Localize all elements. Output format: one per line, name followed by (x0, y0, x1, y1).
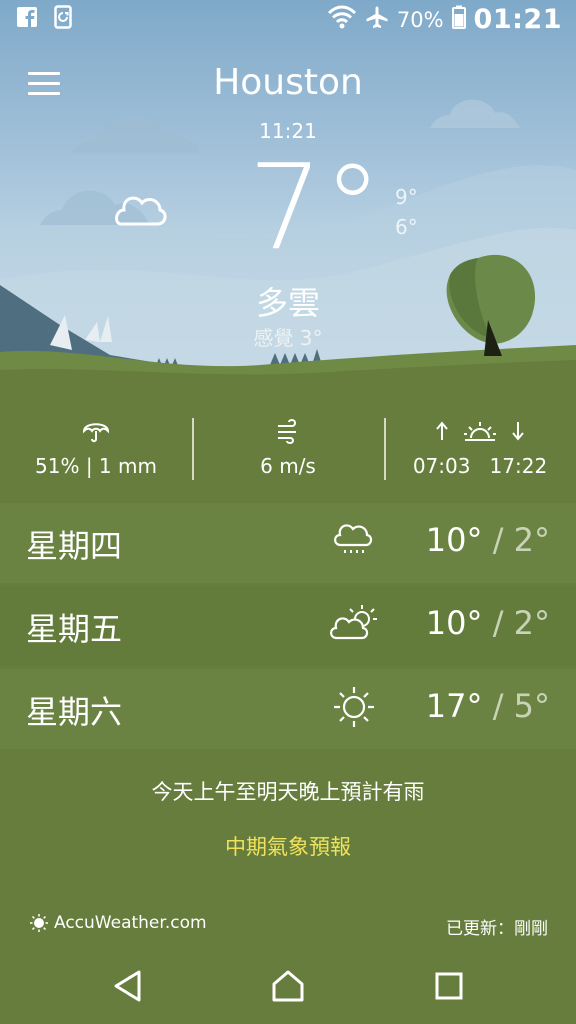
back-icon[interactable] (112, 968, 144, 1008)
forecast-day: 星期五 (26, 610, 123, 648)
forecast-day: 星期四 (26, 527, 123, 565)
high-low: 9° 6° (395, 182, 418, 242)
airplane-icon (365, 5, 389, 35)
city-name: Houston (213, 62, 363, 103)
notification-icon (52, 5, 74, 29)
forecast-low: / 2° (492, 521, 550, 559)
low-temp: 6° (395, 215, 418, 239)
forecast-temps: 10° / 2° (426, 521, 550, 559)
forecast-high: 17° (425, 687, 483, 725)
stats-divider (192, 418, 194, 480)
forecast-temps: 17° / 5° (426, 687, 550, 725)
sun-stat: 07:03 17:22 (384, 410, 576, 478)
battery-icon (451, 5, 466, 35)
accuweather-logo[interactable]: AccuWeather.com (30, 913, 207, 933)
accuweather-sun-icon (30, 914, 48, 932)
sunrise-sunset-icon (384, 410, 576, 444)
forecast-row[interactable]: 星期六 17° / 5° (0, 669, 576, 749)
forecast-summary: 今天上午至明天晚上預計有雨 (151, 780, 425, 804)
wind-stat: 6 m/s (192, 410, 384, 478)
cloudy-icon (110, 190, 170, 234)
mid-range-forecast-link[interactable]: 中期氣象預報 (0, 831, 576, 861)
forecast-temps: 10° / 2° (426, 604, 550, 642)
forecast-row[interactable]: 星期四 10° / 2° (0, 503, 576, 583)
forecast-day: 星期六 (26, 693, 123, 731)
brand-text: AccuWeather.com (54, 913, 207, 933)
stats-divider (384, 418, 386, 480)
forecast-low: / 2° (492, 604, 550, 642)
feels-like-text: 感覺 3° (253, 326, 323, 350)
forecast-high: 10° (425, 604, 483, 642)
wifi-icon (327, 5, 357, 35)
sun-times: 07:03 17:22 (384, 454, 576, 478)
status-bar: 70% 01:21 (0, 0, 576, 40)
forecast-row[interactable]: 星期五 10° / 2° (0, 586, 576, 666)
forecast-high: 10° (425, 521, 483, 559)
recent-apps-icon[interactable] (434, 968, 464, 1008)
battery-percent: 70% (396, 7, 444, 32)
wind-icon (192, 410, 384, 444)
wind-value: 6 m/s (260, 454, 316, 478)
precipitation-value: 51% | 1 mm (35, 454, 157, 478)
sun-icon (330, 685, 378, 733)
forecast-low: / 5° (492, 687, 550, 725)
condition-text: 多雲 (255, 284, 320, 322)
navigation-bar (0, 948, 576, 1024)
facebook-icon (16, 6, 38, 28)
stats-row: 51% | 1 mm 6 m/s 07:03 17:22 (0, 410, 576, 490)
current-temperature: 7° (248, 138, 383, 276)
sunrise-time: 07:03 (412, 454, 471, 478)
precipitation-stat: 51% | 1 mm (0, 410, 192, 478)
sunset-time: 17:22 (489, 454, 548, 478)
partly-cloudy-icon (330, 602, 382, 648)
rain-cloud-icon (330, 519, 378, 563)
home-icon[interactable] (270, 968, 306, 1008)
high-temp: 9° (395, 185, 418, 209)
umbrella-icon (0, 410, 192, 444)
updated-status: 已更新：剛剛 (446, 919, 548, 939)
status-clock: 01:21 (473, 4, 562, 35)
